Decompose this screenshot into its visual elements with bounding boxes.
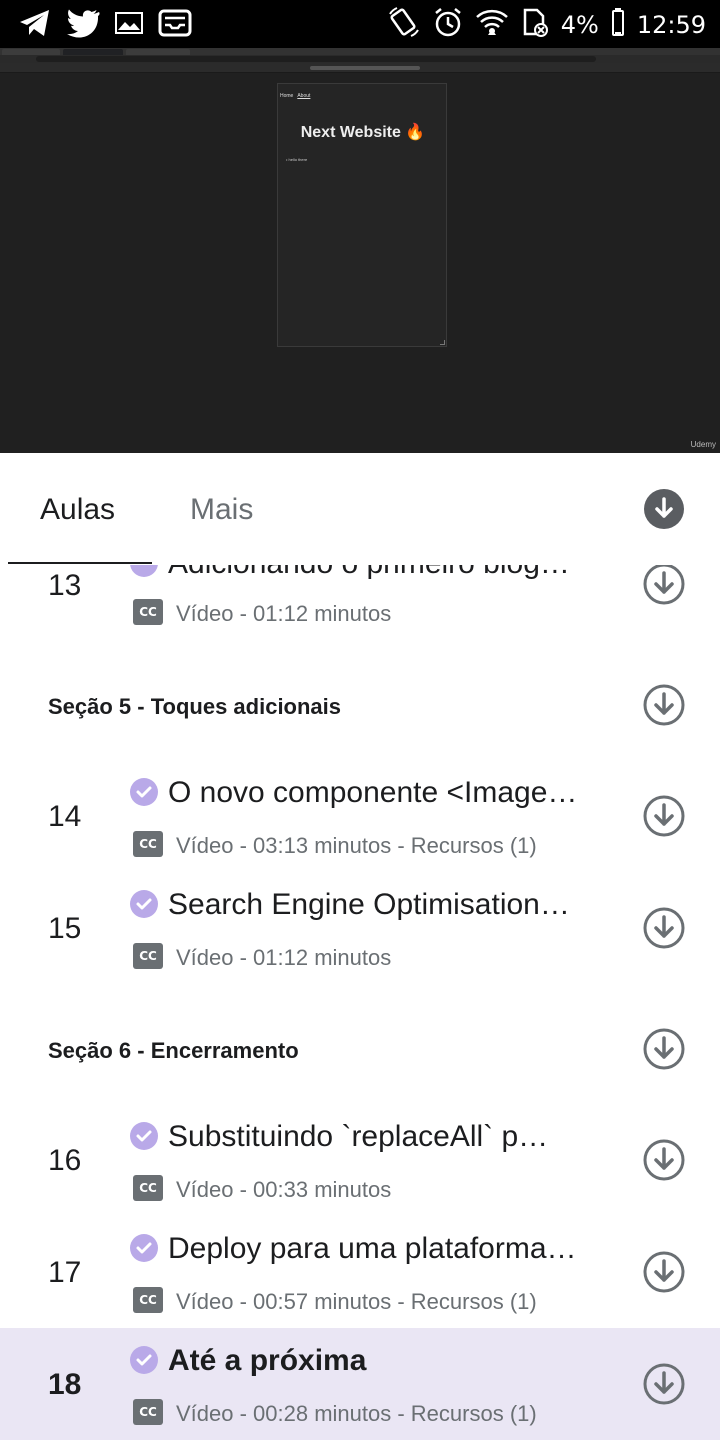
lesson-number: 13 [48,569,82,602]
lesson-meta: Vídeo - 01:12 minutos [176,945,392,970]
completed-check-icon [130,890,158,918]
download-icon[interactable] [642,1027,686,1071]
lesson-title: Até a próxima [168,1344,367,1377]
battery-icon [611,7,625,42]
download-icon [655,497,673,518]
udemy-watermark: Udemy [690,440,716,449]
completed-check-icon [130,1122,158,1150]
lesson-title: Deploy para uma plataforma… [168,1232,577,1265]
lesson-number: 16 [48,1144,82,1177]
preview-list-item: • hello there [286,157,308,162]
completed-check-icon [130,778,158,806]
lesson-meta: Vídeo - 00:28 minutos - Recursos (1) [176,1401,537,1426]
lesson-meta: Vídeo - 00:57 minutos - Recursos (1) [176,1289,537,1314]
browser-tab-strip [0,48,720,55]
completed-check-icon [130,565,158,577]
lesson-list: Adicionando o primeiro blog… 13 CC Vídeo… [0,565,720,1440]
rotate-icon [387,6,421,43]
active-tab-indicator [8,562,152,564]
download-icon[interactable] [642,906,686,950]
device-selector [310,66,420,70]
lesson-title: Search Engine Optimisation… [168,888,570,921]
lesson-row-16[interactable]: Substituindo `replaceAll` p… 16 CC Vídeo… [0,1106,720,1218]
lesson-meta: Vídeo - 00:33 minutos [176,1177,392,1202]
clock: 12:59 [636,10,706,39]
lesson-row-15[interactable]: Search Engine Optimisation… 15 CC Vídeo … [0,874,720,986]
telegram-icon [18,8,52,43]
lesson-meta: Vídeo - 01:12 minutos [176,601,392,626]
lesson-row-17[interactable]: Deploy para uma plataforma… 17 CC Vídeo … [0,1218,720,1330]
lesson-meta: Vídeo - 03:13 minutos - Recursos (1) [176,833,537,858]
captions-icon: CC [133,943,163,969]
lesson-title: O novo componente <Image… [168,776,578,809]
lesson-number: 18 [48,1368,82,1401]
captions-icon: CC [133,831,163,857]
lesson-number: 14 [48,800,82,833]
course-tabs: Aulas Mais [0,453,720,565]
section-header-6[interactable]: Seção 6 - Encerramento [0,1009,720,1089]
responsive-preview: Home About Next Website 🔥 • hello there [277,83,447,347]
captions-icon: CC [133,1399,163,1425]
resize-handle-icon [440,340,445,345]
lesson-number: 15 [48,912,82,945]
twitter-icon [66,8,100,43]
completed-check-icon [130,1346,158,1374]
lesson-row-13[interactable]: Adicionando o primeiro blog… 13 CC Vídeo… [0,565,720,663]
gallery-icon [114,10,144,41]
download-all-button[interactable] [644,489,684,529]
alarm-icon [433,6,463,43]
video-player[interactable]: Home About Next Website 🔥 • hello there … [0,48,720,453]
download-icon[interactable] [642,794,686,838]
mail-icon [158,9,192,42]
section-title: Seção 6 - Encerramento [48,1038,299,1063]
preview-nav: Home About [280,93,310,99]
preview-nav-home: Home [280,93,294,99]
lesson-title: Substituindo `replaceAll` p… [168,1120,549,1153]
url-field [36,56,596,62]
completed-check-icon [130,1234,158,1262]
tab-lessons[interactable]: Aulas [40,493,115,527]
preview-page-title: Next Website 🔥 [300,124,426,141]
battery-percent: 4% [560,10,599,39]
download-icon[interactable] [642,1362,686,1406]
lesson-title: Adicionando o primeiro blog… [168,565,608,581]
download-icon[interactable] [642,683,686,727]
captions-icon: CC [133,599,163,625]
download-icon[interactable] [642,1250,686,1294]
lesson-row-14[interactable]: O novo componente <Image… 14 CC Vídeo - … [0,762,720,874]
tab-more[interactable]: Mais [190,493,253,527]
preview-nav-about: About [297,93,311,99]
download-icon[interactable] [642,1138,686,1182]
download-icon[interactable] [642,565,686,606]
section-header-5[interactable]: Seção 5 - Toques adicionais [0,665,720,745]
captions-icon: CC [133,1175,163,1201]
lesson-number: 17 [48,1256,82,1289]
section-title: Seção 5 - Toques adicionais [48,694,342,719]
status-bar: 4% 12:59 [0,0,720,48]
lesson-row-18-current[interactable]: Até a próxima 18 CC Vídeo - 00:28 minuto… [0,1328,720,1440]
wifi-icon [475,7,509,42]
browser-url-bar [0,55,720,63]
devtools-toolbar [0,63,720,73]
sd-card-icon [521,6,549,43]
captions-icon: CC [133,1287,163,1313]
